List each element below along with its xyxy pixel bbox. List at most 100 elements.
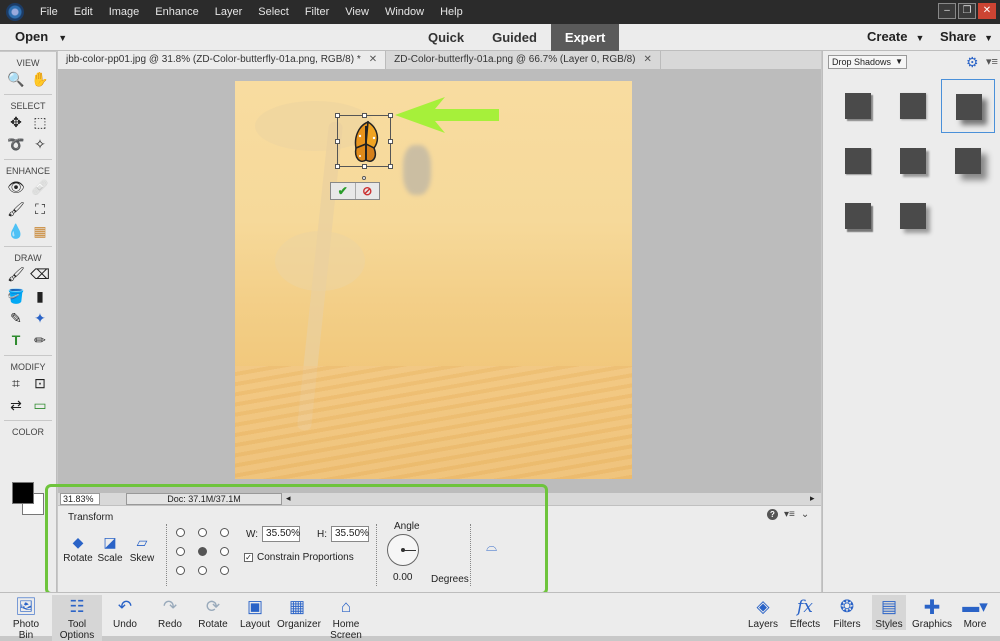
gear-icon[interactable]: ⚙	[966, 54, 979, 71]
reference-point[interactable]	[220, 547, 229, 556]
scroll-left-icon[interactable]: ◂	[286, 493, 291, 504]
smart-brush-tool-icon[interactable]: 🖌	[7, 200, 25, 218]
transform-bounding-box[interactable]	[335, 113, 393, 180]
recompose-tool-icon[interactable]: ⊡	[31, 374, 49, 392]
restore-icon[interactable]: ❐	[958, 3, 976, 19]
menu-layer[interactable]: Layer	[207, 0, 251, 24]
close-tab-icon[interactable]: ✕	[369, 54, 377, 65]
commit-check-icon[interactable]: ✔	[331, 183, 356, 199]
eyedropper-tool-icon[interactable]: ✎	[7, 309, 25, 327]
drop-shadow-thumbnail[interactable]	[886, 79, 940, 133]
reference-point-selected[interactable]	[198, 547, 207, 556]
lasso-tool-icon[interactable]: ➰	[7, 135, 25, 153]
custom-shape-tool-icon[interactable]: ✦	[31, 309, 49, 327]
redo-button[interactable]: ↷ Redo	[155, 595, 185, 630]
spot-healing-tool-icon[interactable]: 🩹	[31, 178, 49, 196]
menu-enhance[interactable]: Enhance	[147, 0, 206, 24]
menu-image[interactable]: Image	[101, 0, 148, 24]
angle-value[interactable]: 0.00	[393, 572, 412, 583]
layout-button[interactable]: ▣ Layout	[238, 595, 272, 630]
collapse-chevron-icon[interactable]: ⌄	[801, 509, 809, 520]
reference-point[interactable]	[176, 528, 185, 537]
scroll-right-icon[interactable]: ▸	[810, 493, 815, 504]
reference-point[interactable]	[198, 528, 207, 537]
menu-filter[interactable]: Filter	[297, 0, 337, 24]
transform-handle[interactable]	[335, 113, 340, 118]
eraser-tool-icon[interactable]: ⌫	[30, 265, 50, 283]
hand-tool-icon[interactable]: ✋	[31, 70, 49, 88]
blur-tool-icon[interactable]: 💧	[7, 222, 25, 240]
perspective-warp-icon[interactable]: ⌓	[486, 538, 497, 555]
styles-button[interactable]: ▤ Styles	[872, 595, 906, 630]
drop-shadow-thumbnail-selected[interactable]	[941, 79, 995, 133]
angle-dial[interactable]	[387, 534, 419, 566]
magic-wand-tool-icon[interactable]: ✧	[31, 135, 49, 153]
constrain-proportions[interactable]: ✓ Constrain Proportions	[244, 552, 354, 563]
tab-guided[interactable]: Guided	[478, 24, 551, 51]
transform-handle[interactable]	[335, 164, 340, 169]
rotate-taskbar-button[interactable]: ⟳ Rotate	[196, 595, 230, 630]
undo-button[interactable]: ↶ Undo	[110, 595, 140, 630]
reference-point[interactable]	[198, 566, 207, 575]
close-icon[interactable]: ✕	[978, 3, 996, 19]
drop-shadow-thumbnail[interactable]	[831, 189, 885, 243]
paint-bucket-tool-icon[interactable]: 🪣	[7, 287, 25, 305]
home-screen-button[interactable]: ⌂ Home Screen	[320, 595, 372, 641]
share-button[interactable]: Share ▼	[940, 29, 993, 44]
menu-help[interactable]: Help	[432, 0, 471, 24]
sponge-tool-icon[interactable]: ▦	[31, 222, 49, 240]
menu-window[interactable]: Window	[377, 0, 432, 24]
menu-file[interactable]: File	[32, 0, 66, 24]
reference-point[interactable]	[176, 566, 185, 575]
transform-handle[interactable]	[335, 139, 340, 144]
type-tool-icon[interactable]: T	[7, 331, 25, 349]
layers-button[interactable]: ◈ Layers	[746, 595, 780, 630]
brush-tool-icon[interactable]: 🖌	[7, 265, 25, 283]
pencil-tool-icon[interactable]: ✏	[31, 331, 49, 349]
transform-handle[interactable]	[388, 113, 393, 118]
close-tab-icon[interactable]: ✕	[643, 54, 651, 65]
help-icon[interactable]: ?	[767, 509, 778, 520]
tab-expert[interactable]: Expert	[550, 24, 620, 51]
red-eye-tool-icon[interactable]: 👁	[7, 178, 25, 196]
create-button[interactable]: Create ▼	[867, 29, 924, 44]
crop-tool-icon[interactable]: ⌗	[7, 374, 25, 392]
graphics-button[interactable]: ✚ Graphics	[912, 595, 952, 631]
tab-quick[interactable]: Quick	[414, 24, 478, 51]
drop-shadow-thumbnail[interactable]	[941, 134, 995, 188]
menu-view[interactable]: View	[337, 0, 377, 24]
move-tool-icon[interactable]: ✥	[7, 113, 25, 131]
minimize-icon[interactable]: –	[938, 3, 956, 19]
tool-options-button[interactable]: ☷ Tool Options	[52, 595, 102, 641]
clone-stamp-tool-icon[interactable]: ⛶	[31, 200, 49, 218]
foreground-color-swatch[interactable]	[12, 482, 34, 504]
photo-bin-button[interactable]: 🖼 Photo Bin	[6, 595, 46, 641]
document-tab[interactable]: ZD-Color-butterfly-01a.png @ 66.7% (Laye…	[386, 51, 661, 69]
drop-shadow-thumbnail[interactable]	[831, 134, 885, 188]
marquee-tool-icon[interactable]: ⬚	[31, 113, 49, 131]
menu-edit[interactable]: Edit	[66, 0, 101, 24]
transform-handle[interactable]	[388, 164, 393, 169]
panel-menu-icon[interactable]: ▾≡	[986, 55, 998, 68]
height-field[interactable]: 35.50%	[331, 526, 369, 542]
menu-select[interactable]: Select	[250, 0, 297, 24]
rotate-button[interactable]: ◆ Rotate	[60, 531, 96, 565]
organizer-button[interactable]: ▦ Organizer	[277, 595, 321, 630]
zoom-level-field[interactable]: 31.83%	[60, 493, 100, 505]
skew-button[interactable]: ▱ Skew	[124, 531, 160, 565]
gradient-tool-icon[interactable]: ▮	[31, 287, 49, 305]
width-field[interactable]: 35.50%	[262, 526, 301, 542]
drop-shadow-thumbnail[interactable]	[831, 79, 885, 133]
reference-point[interactable]	[176, 547, 185, 556]
document-tab[interactable]: jbb-color-pp01.jpg @ 31.8% (ZD-Color-but…	[58, 51, 387, 69]
drop-shadow-thumbnail[interactable]	[886, 134, 940, 188]
straighten-tool-icon[interactable]: ▭	[31, 396, 49, 414]
panel-menu-icon[interactable]: ▾≡	[784, 509, 795, 520]
effects-button[interactable]: fx Effects	[788, 595, 822, 630]
transform-handle[interactable]	[388, 139, 393, 144]
filters-button[interactable]: ❂ Filters	[830, 595, 864, 630]
scale-button[interactable]: ◪ Scale	[92, 531, 128, 565]
cancel-icon[interactable]: ⊘	[356, 183, 380, 199]
more-button[interactable]: ▬▾ More	[958, 595, 992, 630]
reference-point[interactable]	[220, 566, 229, 575]
